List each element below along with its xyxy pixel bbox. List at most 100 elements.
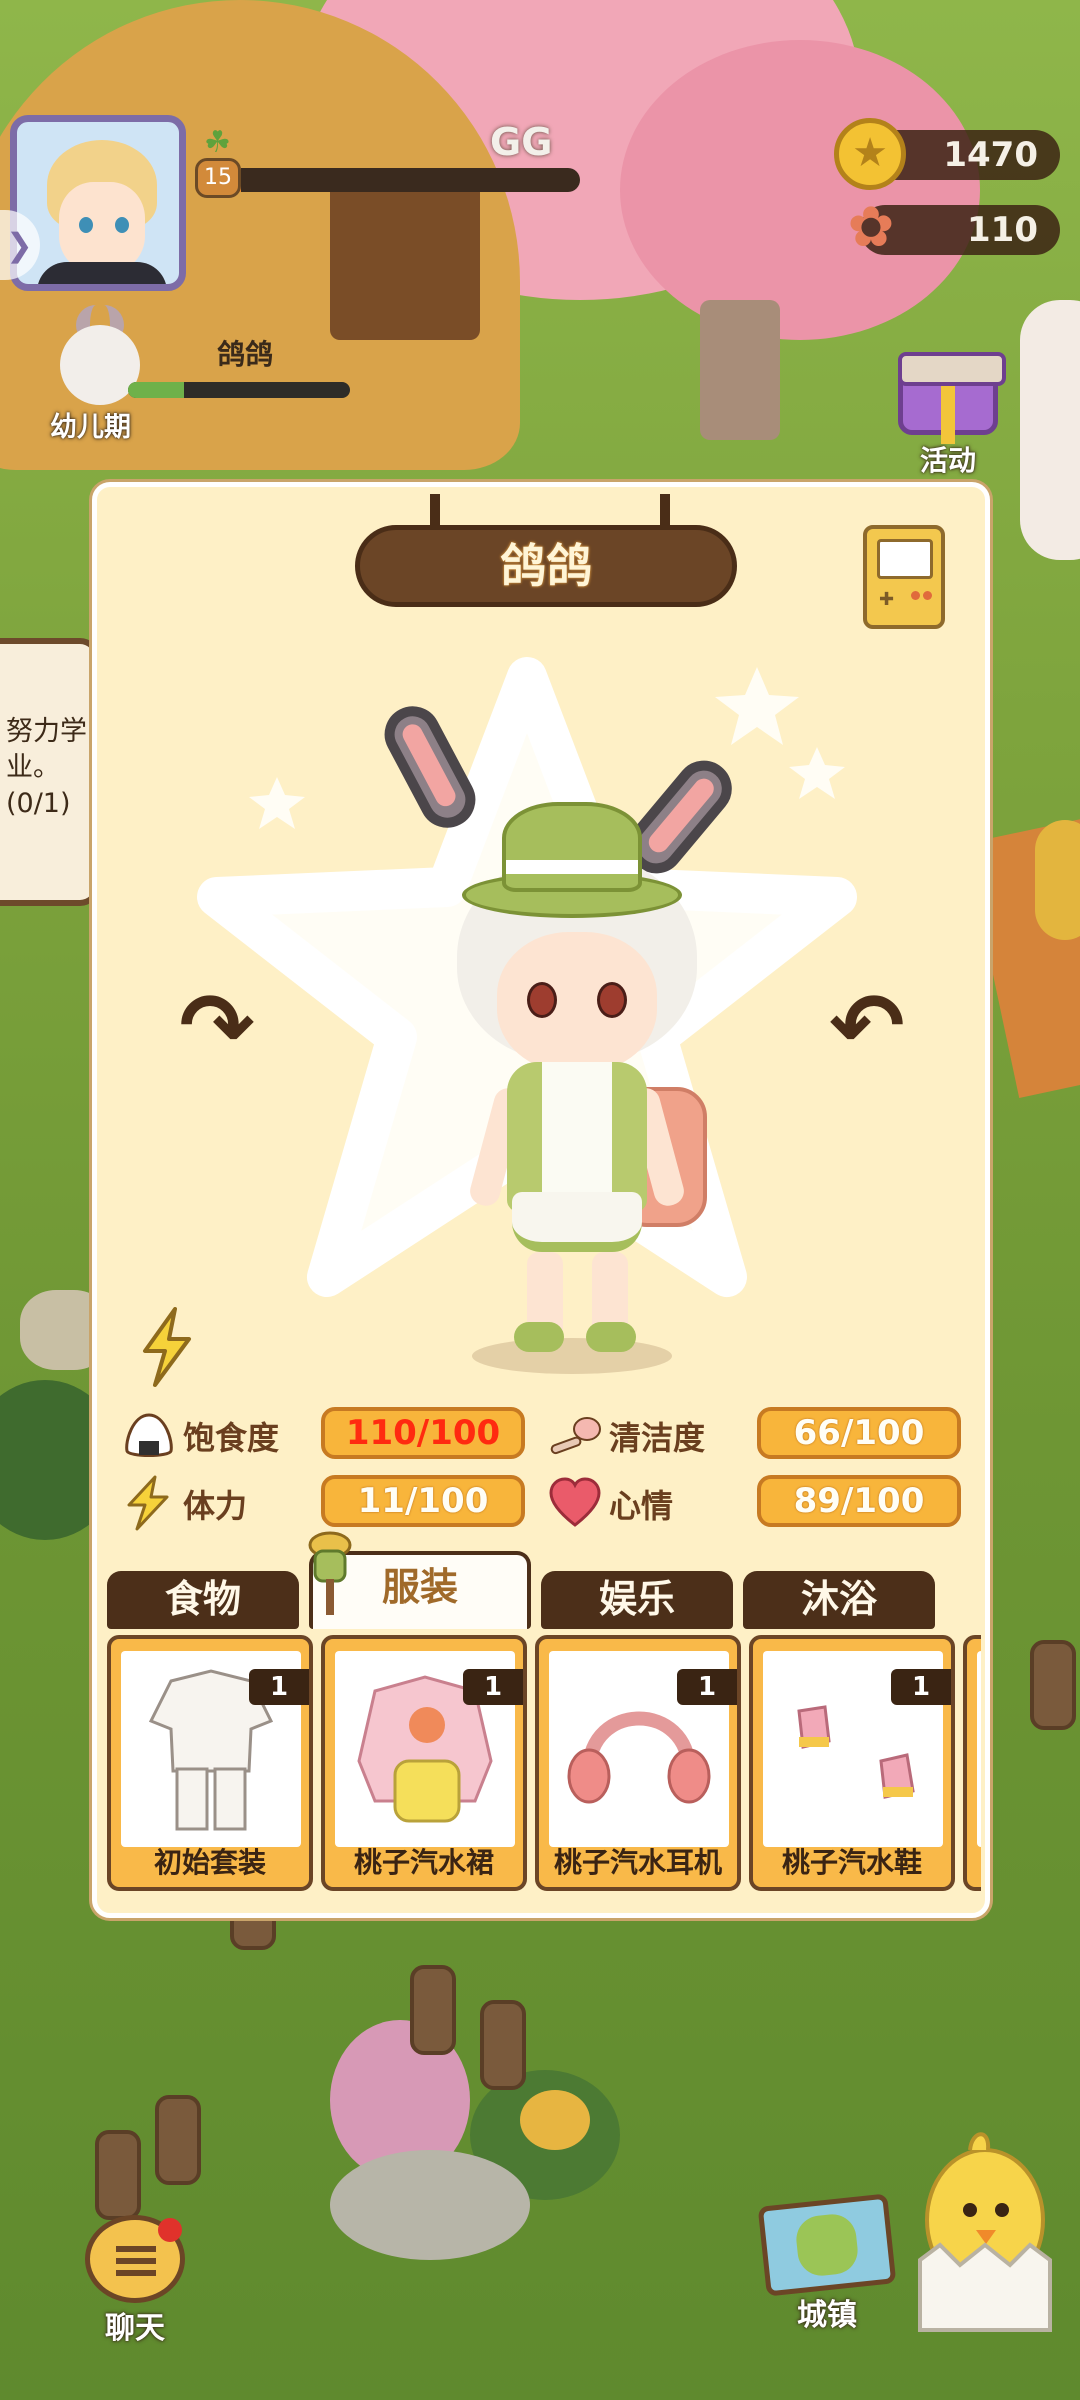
hut-window [330, 180, 480, 340]
item-card[interactable]: 1 桃子汽水裙 [321, 1635, 527, 1891]
avatar-eye [79, 217, 93, 233]
pet-eye [527, 982, 557, 1018]
hat-band [506, 860, 638, 874]
item-name: 桃子汽水耳机 [553, 1846, 722, 1879]
cleanliness-value: 66/100 [757, 1407, 961, 1459]
avatar-face [59, 182, 145, 272]
map-icon [757, 2193, 897, 2297]
player-avatar[interactable] [10, 115, 186, 291]
item-card[interactable]: 1 初始套装 [107, 1635, 313, 1891]
item-count: 1 [463, 1669, 523, 1705]
fence-post [480, 2000, 526, 2090]
satiety-value: 110/100 [321, 1407, 525, 1459]
item-card[interactable] [963, 1635, 981, 1891]
pet-eye [597, 982, 627, 1018]
fence-post [1030, 1640, 1076, 1730]
fence-post [155, 2095, 201, 2185]
mood-value: 89/100 [757, 1475, 961, 1527]
tree-trunk [700, 300, 780, 440]
scarecrow-icon [308, 1531, 352, 1615]
player-level: 15 [195, 158, 241, 198]
coin-icon: ★ [834, 118, 906, 190]
quest-text: 努力学业。(0/1) [6, 716, 87, 819]
panel-title: 鸽鸽 [500, 539, 592, 593]
town-button[interactable]: 城镇 [752, 2193, 902, 2350]
cleanliness-label: 清洁度 [609, 1419, 706, 1457]
gameboy-screen [877, 539, 933, 579]
quest-card[interactable]: 努力学业。(0/1) [0, 638, 100, 906]
stat-satiety: 饱食度 110/100 [121, 1407, 541, 1463]
pet-ear-inner [399, 720, 460, 810]
item-list[interactable]: 1 初始套装 1 桃子汽水裙 1 桃子汽水耳机 1 桃子汽水鞋 [107, 1635, 981, 1891]
item-card[interactable]: 1 桃子汽水耳机 [535, 1635, 741, 1891]
flower-icon: ✿ [847, 195, 895, 260]
chick-icon[interactable] [910, 2120, 1060, 2340]
tab-food[interactable]: 食物 [107, 1571, 299, 1629]
rotate-right-icon[interactable]: ↶ [817, 977, 917, 1077]
stat-mood: 心情 89/100 [547, 1475, 967, 1531]
rock [330, 2150, 530, 2260]
sign-rope [430, 494, 440, 530]
tab-entertainment[interactable]: 娱乐 [541, 1571, 733, 1629]
pet-name-plate: 鸽鸽 [355, 494, 737, 607]
sprout-icon: ☘ [204, 125, 231, 160]
fence-post [95, 2130, 141, 2220]
pet-shoe [586, 1322, 636, 1352]
sign-rope [660, 494, 670, 530]
item-count: 1 [677, 1669, 737, 1705]
lightning-icon [127, 1475, 169, 1531]
item-name: 桃子汽水鞋 [781, 1846, 922, 1879]
pet-growth-bar [128, 382, 350, 398]
pet-shoe [514, 1322, 564, 1352]
pet-growth-fill [128, 382, 184, 398]
item-count: 1 [249, 1669, 309, 1705]
pet-hat [462, 802, 682, 922]
satiety-label: 饱食度 [183, 1419, 280, 1457]
yellow-flowers [520, 2090, 590, 2150]
rice-ball-icon [125, 1413, 173, 1457]
gameboy-buttons [911, 591, 932, 601]
gift-icon [898, 352, 1006, 444]
avatar-eye [115, 217, 129, 233]
stat-cleanliness: 清洁度 66/100 [547, 1407, 967, 1463]
lightning-icon[interactable] [137, 1307, 197, 1387]
stamina-value: 11/100 [321, 1475, 525, 1527]
item-card[interactable]: 1 桃子汽水鞋 [749, 1635, 955, 1891]
pet-stage-label: 幼儿期 [50, 412, 131, 443]
tab-bath[interactable]: 沐浴 [743, 1571, 935, 1629]
rotate-left-icon[interactable]: ↷ [167, 977, 267, 1077]
chat-lines [116, 2246, 156, 2252]
pet-mini-avatar[interactable] [50, 305, 150, 415]
item-name: 初始套装 [153, 1846, 266, 1879]
chat-label: 聊天 [105, 2311, 165, 2346]
gameboy-icon[interactable]: ✚ [863, 525, 945, 629]
brush-icon [550, 1417, 601, 1455]
pet-name-label: 鸽鸽 [217, 338, 274, 371]
item-image [977, 1651, 981, 1847]
mood-label: 心情 [609, 1487, 674, 1525]
player-name: GG [490, 120, 553, 164]
town-label: 城镇 [797, 2298, 857, 2333]
pet-shirt [542, 1062, 612, 1202]
pet-shadow [472, 1338, 672, 1374]
item-name: 桃子汽水裙 [353, 1846, 494, 1879]
cherry-tree [620, 40, 980, 340]
item-count: 1 [891, 1669, 951, 1705]
corn-crop [1035, 820, 1080, 940]
stat-stamina: 体力 11/100 [121, 1475, 541, 1531]
activity-label: 活动 [919, 444, 976, 477]
heart-icon [549, 1477, 601, 1527]
gameboy-dpad: ✚ [879, 589, 895, 610]
chat-icon [85, 2215, 185, 2303]
hat-crown [502, 802, 642, 892]
chat-button[interactable]: 聊天 [85, 2215, 185, 2346]
fence-post [410, 1965, 456, 2055]
stamina-label: 体力 [183, 1487, 248, 1525]
avatar-shirt [37, 262, 167, 284]
pet-character[interactable] [374, 696, 744, 1374]
activity-button[interactable]: 活动 [890, 352, 1006, 477]
pet-shorts [512, 1192, 642, 1252]
xp-bar [195, 168, 580, 192]
pet-panel: 鸽鸽 ✚ ↷ ↶ 饱食度 110/100 清洁度 66/100 体力 11/10… [92, 482, 990, 1918]
notification-dot [158, 2218, 182, 2242]
